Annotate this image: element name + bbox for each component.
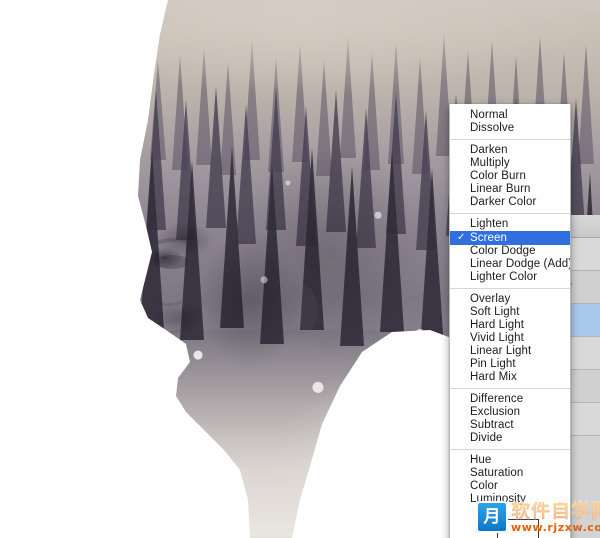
menu-item-normal[interactable]: Normal xyxy=(450,109,570,122)
menu-item-linear-dodge-add[interactable]: Linear Dodge (Add) xyxy=(450,258,570,271)
menu-item-label: Exclusion xyxy=(470,406,521,418)
menu-separator-3 xyxy=(450,288,570,289)
menu-separator-2 xyxy=(450,213,570,214)
menu-separator-1 xyxy=(450,139,570,140)
menu-item-label: Multiply xyxy=(470,157,510,169)
menu-item-color-dodge[interactable]: Color Dodge xyxy=(450,245,570,258)
menu-item-linear-burn[interactable]: Linear Burn xyxy=(450,183,570,196)
menu-item-color-burn[interactable]: Color Burn xyxy=(450,170,570,183)
menu-item-label: Linear Burn xyxy=(470,183,531,195)
menu-item-label: Hard Mix xyxy=(470,371,517,383)
menu-item-hard-light[interactable]: Hard Light xyxy=(450,319,570,332)
screenshot-root: Opac els 1 ck & W 7 6 Normal Dissolve xyxy=(0,0,600,538)
menu-item-label: Color Dodge xyxy=(470,245,536,257)
menu-item-lighten[interactable]: Lighten xyxy=(450,218,570,231)
menu-item-color[interactable]: Color xyxy=(450,480,570,493)
menu-item-dissolve[interactable]: Dissolve xyxy=(450,122,570,135)
menu-item-exclusion[interactable]: Exclusion xyxy=(450,406,570,419)
menu-item-label: Pin Light xyxy=(470,358,516,370)
menu-item-label: Dissolve xyxy=(470,122,515,134)
menu-item-label: Saturation xyxy=(470,467,524,479)
menu-item-lighter-color[interactable]: Lighter Color xyxy=(450,271,570,284)
menu-item-soft-light[interactable]: Soft Light xyxy=(450,306,570,319)
menu-item-label: Linear Dodge (Add) xyxy=(470,258,571,270)
menu-item-label: Lighten xyxy=(470,218,509,230)
checkmark-icon: ✓ xyxy=(457,232,466,243)
menu-separator-4 xyxy=(450,388,570,389)
menu-item-luminosity[interactable]: Luminosity xyxy=(450,493,570,506)
menu-item-divide[interactable]: Divide xyxy=(450,432,570,445)
menu-item-label: Hard Light xyxy=(470,319,525,331)
menu-item-label: Darker Color xyxy=(470,196,537,208)
menu-item-darker-color[interactable]: Darker Color xyxy=(450,196,570,209)
menu-item-label: Vivid Light xyxy=(470,332,524,344)
menu-item-label: Hue xyxy=(470,454,492,466)
menu-item-label: Lighter Color xyxy=(470,271,538,283)
menu-item-multiply[interactable]: Multiply xyxy=(450,157,570,170)
menu-item-label: Screen xyxy=(470,232,508,244)
menu-item-label: Darken xyxy=(470,144,508,156)
menu-item-label: Linear Light xyxy=(470,345,532,357)
menu-item-label: Color Burn xyxy=(470,170,526,182)
menu-item-hard-mix[interactable]: Hard Mix xyxy=(450,371,570,384)
menu-item-label: Subtract xyxy=(470,419,514,431)
menu-item-subtract[interactable]: Subtract xyxy=(450,419,570,432)
menu-item-screen[interactable]: ✓ Screen xyxy=(450,231,570,245)
menu-item-pin-light[interactable]: Pin Light xyxy=(450,358,570,371)
menu-item-difference[interactable]: Difference xyxy=(450,393,570,406)
blend-mode-menu[interactable]: Normal Dissolve Darken Multiply Color Bu… xyxy=(449,104,571,538)
menu-item-label: Divide xyxy=(470,432,503,444)
menu-item-label: Overlay xyxy=(470,293,511,305)
menu-item-hue[interactable]: Hue xyxy=(450,454,570,467)
menu-item-linear-light[interactable]: Linear Light xyxy=(450,345,570,358)
menu-item-label: Color xyxy=(470,480,498,492)
layer-thumbnail-peek xyxy=(497,519,539,538)
menu-item-label: Difference xyxy=(470,393,524,405)
menu-item-label: Normal xyxy=(470,109,508,121)
menu-item-overlay[interactable]: Overlay xyxy=(450,293,570,306)
menu-item-saturation[interactable]: Saturation xyxy=(450,467,570,480)
menu-item-vivid-light[interactable]: Vivid Light xyxy=(450,332,570,345)
menu-item-label: Soft Light xyxy=(470,306,520,318)
menu-separator-5 xyxy=(450,449,570,450)
menu-item-label: Luminosity xyxy=(470,493,526,505)
menu-item-darken[interactable]: Darken xyxy=(450,144,570,157)
